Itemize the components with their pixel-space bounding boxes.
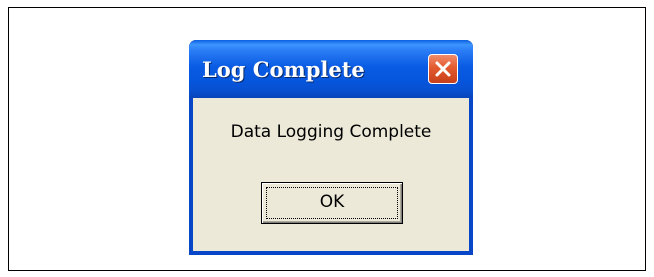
dialog-title: Log Complete: [202, 57, 365, 82]
ok-button[interactable]: OK: [261, 182, 403, 224]
close-button[interactable]: [428, 54, 458, 84]
dialog-titlebar[interactable]: Log Complete: [189, 40, 473, 98]
dialog-border-bottom: [189, 251, 473, 255]
ok-button-label: OK: [319, 192, 345, 212]
close-icon: [435, 61, 451, 77]
message-dialog: Log Complete Data Logging Complete OK: [189, 40, 473, 255]
dialog-message: Data Logging Complete: [230, 122, 432, 142]
